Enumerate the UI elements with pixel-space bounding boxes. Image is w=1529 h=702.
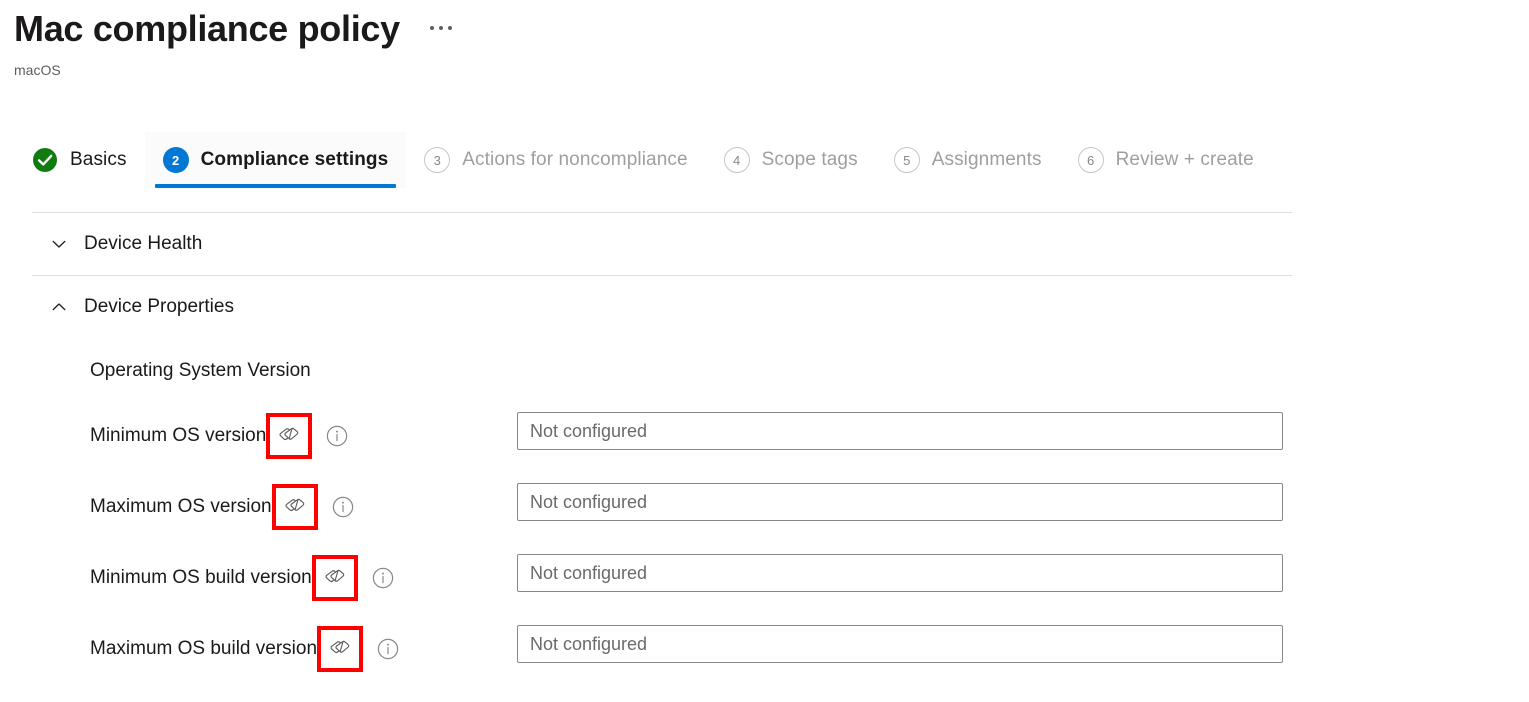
ellipsis-dot: [448, 26, 452, 30]
chevron-down-icon: [50, 235, 68, 253]
copy-settings-icon[interactable]: [323, 566, 347, 590]
settings-sections: Device Health Device Properties: [32, 212, 1292, 338]
page-header: Mac compliance policy: [14, 6, 454, 52]
chevron-up-icon: [50, 298, 68, 316]
maximum-os-version-input[interactable]: [517, 483, 1283, 521]
info-circle-icon[interactable]: [377, 638, 399, 660]
tab-compliance-settings[interactable]: 2 Compliance settings: [145, 132, 407, 188]
ellipsis-dot: [430, 26, 434, 30]
row-label-group: Maximum OS build version: [90, 631, 399, 667]
tab-label: Compliance settings: [201, 149, 389, 171]
copy-settings-icon[interactable]: [283, 495, 307, 519]
group-title-operating-system-version: Operating System Version: [90, 360, 311, 382]
copy-settings-icon[interactable]: [328, 637, 352, 661]
section-title: Device Health: [84, 233, 202, 255]
row-label: Minimum OS build version: [90, 567, 312, 589]
tab-review-create[interactable]: 6 Review + create: [1060, 132, 1272, 188]
setting-row: Maximum OS version: [0, 471, 1529, 542]
row-label-group: Minimum OS version: [90, 418, 348, 454]
ellipsis-dot: [439, 26, 443, 30]
row-label: Maximum OS version: [90, 496, 272, 518]
setting-row: Maximum OS build version: [0, 613, 1529, 684]
section-device-health[interactable]: Device Health: [32, 213, 1292, 275]
green-check-icon: [32, 147, 58, 173]
page-subtitle: macOS: [14, 60, 61, 80]
setting-row: Minimum OS version: [0, 400, 1529, 471]
tab-label: Actions for noncompliance: [462, 149, 687, 171]
tab-assignments[interactable]: 5 Assignments: [876, 132, 1060, 188]
wizard-tab-bar: Basics 2 Compliance settings 3 Actions f…: [14, 132, 1272, 188]
tab-scope-tags[interactable]: 4 Scope tags: [706, 132, 876, 188]
tab-actions-for-noncompliance[interactable]: 3 Actions for noncompliance: [406, 132, 705, 188]
tab-basics[interactable]: Basics: [14, 132, 145, 188]
row-label: Maximum OS build version: [90, 638, 317, 660]
step-number-badge: 6: [1078, 147, 1104, 173]
info-circle-icon[interactable]: [332, 496, 354, 518]
copy-settings-highlight-box: [317, 626, 363, 672]
row-label: Minimum OS version: [90, 425, 266, 447]
minimum-os-version-input[interactable]: [517, 412, 1283, 450]
tab-label: Scope tags: [762, 149, 858, 171]
maximum-os-build-version-input[interactable]: [517, 625, 1283, 663]
step-number-badge: 5: [894, 147, 920, 173]
minimum-os-build-version-input[interactable]: [517, 554, 1283, 592]
tab-label: Review + create: [1116, 149, 1254, 171]
tab-label: Assignments: [932, 149, 1042, 171]
copy-settings-highlight-box: [312, 555, 358, 601]
info-circle-icon[interactable]: [372, 567, 394, 589]
copy-settings-highlight-box: [266, 413, 312, 459]
settings-rows: Minimum OS version Maximu: [0, 400, 1529, 684]
copy-settings-highlight-box: [272, 484, 318, 530]
tab-label: Basics: [70, 149, 127, 171]
step-number-badge: 3: [424, 147, 450, 173]
section-device-properties[interactable]: Device Properties: [32, 276, 1292, 338]
info-circle-icon[interactable]: [326, 425, 348, 447]
copy-settings-icon[interactable]: [277, 424, 301, 448]
section-title: Device Properties: [84, 296, 234, 318]
page-title: Mac compliance policy: [14, 6, 400, 52]
step-number-badge: 4: [724, 147, 750, 173]
step-number-badge: 2: [163, 147, 189, 173]
ellipsis-icon[interactable]: [428, 22, 454, 34]
row-label-group: Maximum OS version: [90, 489, 354, 525]
row-label-group: Minimum OS build version: [90, 560, 394, 596]
setting-row: Minimum OS build version: [0, 542, 1529, 613]
